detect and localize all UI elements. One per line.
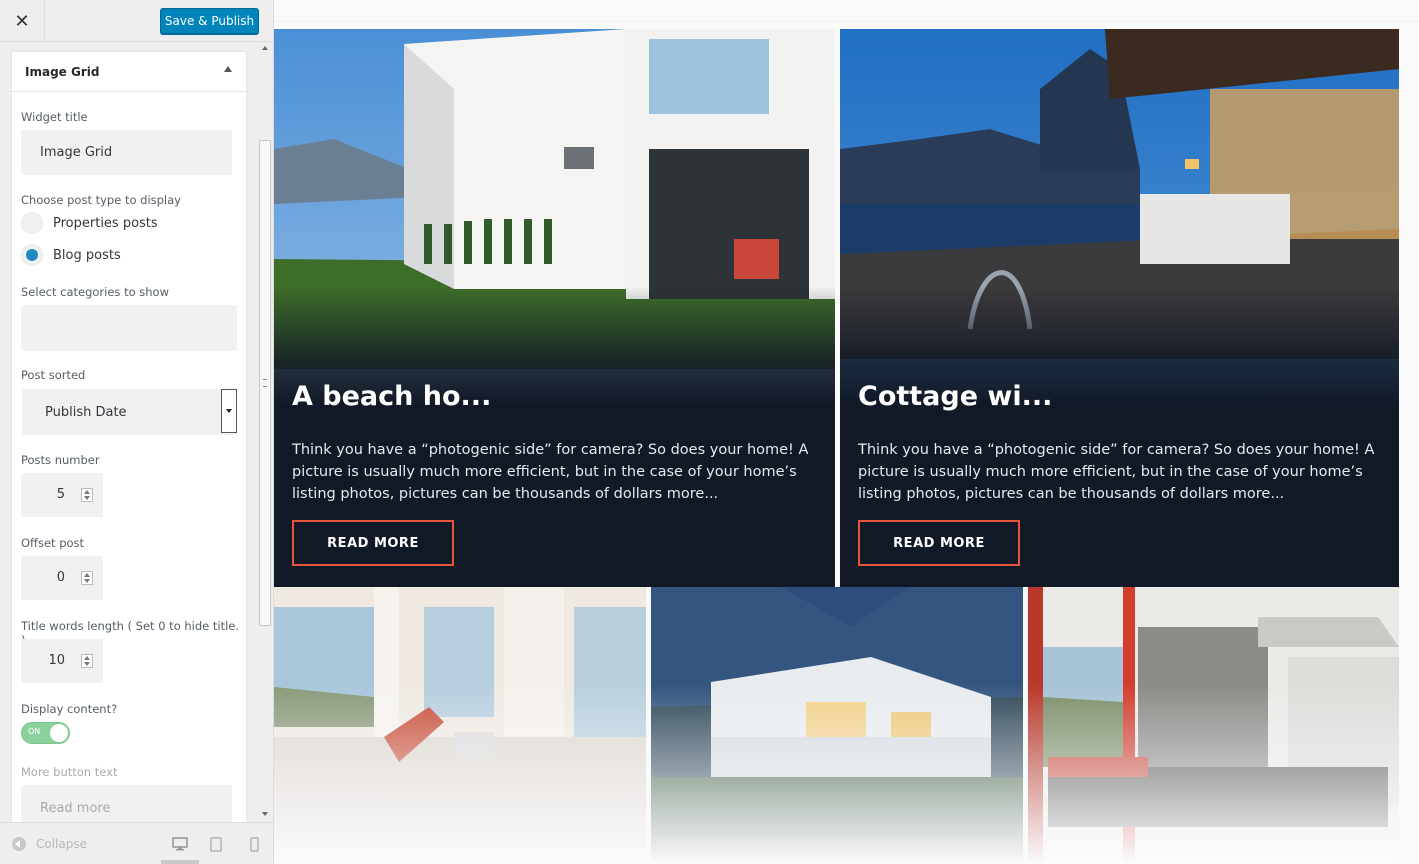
post-card[interactable]: Cottage wi... Think you have a “photogen… xyxy=(840,29,1399,587)
save-publish-button[interactable]: Save & Publish xyxy=(160,8,259,34)
dropdown-arrow-icon[interactable] xyxy=(221,389,237,433)
post-card[interactable]: A beach ho... Think you have a “photogen… xyxy=(274,29,835,587)
customizer-footer: Collapse xyxy=(0,822,273,864)
tile-fade-overlay xyxy=(1028,587,1399,864)
read-more-button[interactable]: READ MORE xyxy=(292,520,454,566)
more-button-placeholder: Read more xyxy=(40,800,111,816)
card-excerpt: Think you have a “photogenic side” for c… xyxy=(858,442,1375,502)
widget-header-title: Image Grid xyxy=(25,64,100,79)
title-length-value: 10 xyxy=(48,653,65,668)
toggle-state-label: ON xyxy=(28,727,41,736)
image-tile[interactable] xyxy=(1028,587,1399,864)
radio-checked-icon[interactable] xyxy=(21,244,43,266)
radio-unchecked-icon[interactable] xyxy=(21,212,43,234)
posts-number-value: 5 xyxy=(56,487,65,502)
categories-select[interactable] xyxy=(21,305,237,351)
active-device-indicator xyxy=(161,860,199,864)
card-title[interactable]: Cottage wi... xyxy=(858,381,1052,412)
post-sorted-value: Publish Date xyxy=(45,404,127,420)
collapse-icon xyxy=(12,837,26,851)
offset-post-value: 0 xyxy=(56,570,65,585)
spinner-icon[interactable] xyxy=(81,654,93,668)
spinner-icon[interactable] xyxy=(81,488,93,502)
site-preview[interactable]: A beach ho... Think you have a “photogen… xyxy=(274,0,1419,864)
sidebar-scrollbar[interactable] xyxy=(258,42,273,822)
toggle-knob xyxy=(50,724,68,742)
customizer-header: ✕ Save & Publish xyxy=(0,0,273,42)
widget-settings-scroll[interactable]: Image Grid Widget title Image Grid Choos… xyxy=(0,42,258,822)
radio-blog-posts[interactable]: Blog posts xyxy=(21,244,121,266)
posts-number-input[interactable]: 5 xyxy=(21,473,103,517)
read-more-button[interactable]: READ MORE xyxy=(858,520,1020,566)
tile-fade-overlay xyxy=(651,587,1023,864)
post-sorted-select[interactable]: Publish Date xyxy=(22,389,237,435)
widget-title-input[interactable]: Image Grid xyxy=(21,130,232,175)
radio-label: Blog posts xyxy=(53,247,121,263)
image-tile[interactable] xyxy=(651,587,1023,864)
posts-number-label: Posts number xyxy=(21,453,100,467)
mobile-icon[interactable] xyxy=(250,837,259,852)
preview-top-strip xyxy=(274,0,1419,22)
spinner-icon[interactable] xyxy=(81,571,93,585)
categories-label: Select categories to show xyxy=(21,285,169,299)
radio-properties-posts[interactable]: Properties posts xyxy=(21,212,158,234)
widget-title-value: Image Grid xyxy=(40,145,113,160)
offset-post-input[interactable]: 0 xyxy=(21,556,103,600)
scroll-down-arrow-icon[interactable] xyxy=(262,812,268,816)
widget-header[interactable]: Image Grid xyxy=(12,52,246,92)
post-sorted-label: Post sorted xyxy=(21,368,86,382)
title-length-input[interactable]: 10 xyxy=(21,639,103,683)
collapse-button[interactable]: Collapse xyxy=(12,837,87,851)
tablet-icon[interactable] xyxy=(210,837,222,852)
image-tile[interactable] xyxy=(274,587,646,864)
more-button-label: More button text xyxy=(21,765,118,779)
post-type-label: Choose post type to display xyxy=(21,193,181,207)
display-content-label: Display content? xyxy=(21,702,118,716)
collapse-label: Collapse xyxy=(36,837,87,851)
widget-title-label: Widget title xyxy=(21,110,88,124)
display-content-toggle[interactable]: ON xyxy=(21,722,70,744)
widget-panel: Image Grid Widget title Image Grid Choos… xyxy=(11,51,247,822)
tile-fade-overlay xyxy=(274,587,646,864)
more-button-input[interactable]: Read more xyxy=(21,785,232,822)
card-excerpt: Think you have a “photogenic side” for c… xyxy=(292,442,809,502)
close-icon[interactable]: ✕ xyxy=(0,0,45,42)
customizer-sidebar: ✕ Save & Publish Image Grid Widget title… xyxy=(0,0,274,864)
scroll-up-arrow-icon[interactable] xyxy=(262,46,268,50)
desktop-icon[interactable] xyxy=(172,837,188,851)
collapse-arrow-icon[interactable] xyxy=(224,66,232,72)
card-title[interactable]: A beach ho... xyxy=(292,381,491,412)
scrollbar-thumb[interactable] xyxy=(259,140,271,626)
radio-label: Properties posts xyxy=(53,215,158,231)
offset-post-label: Offset post xyxy=(21,536,85,550)
